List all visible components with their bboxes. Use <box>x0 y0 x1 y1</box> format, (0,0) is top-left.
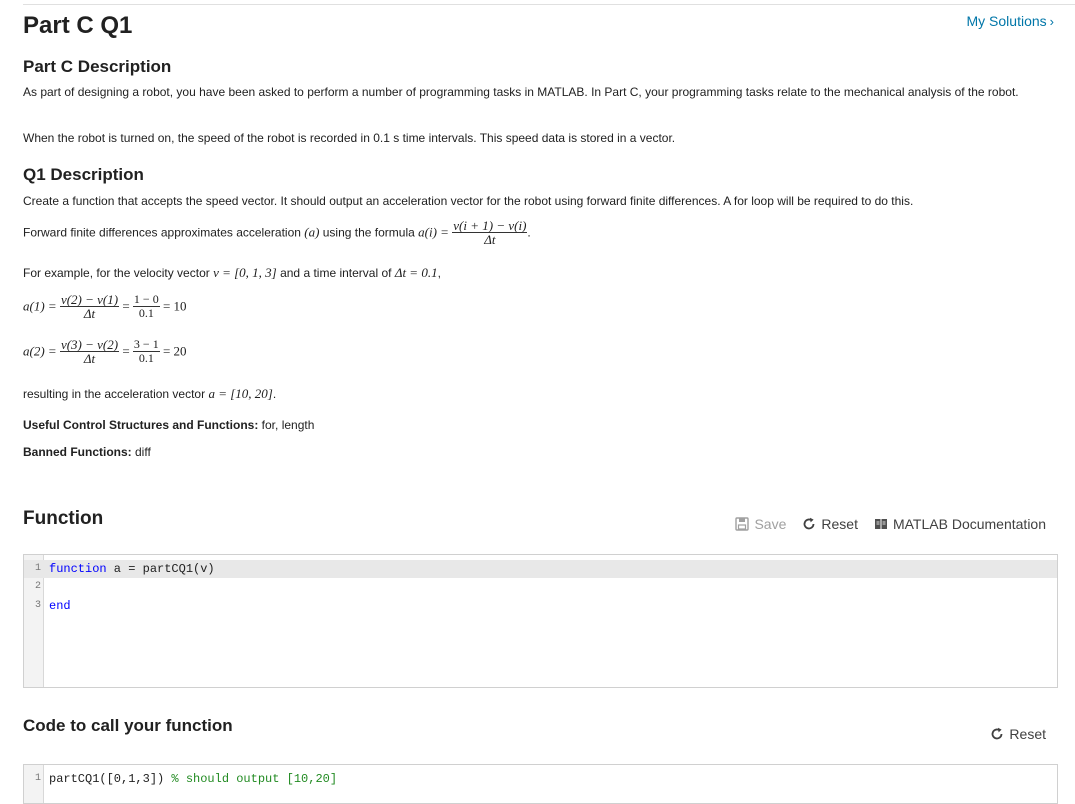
documentation-label: MATLAB Documentation <box>892 516 1046 532</box>
code-keyword: end <box>49 599 71 613</box>
eq1-result: = 10 <box>162 298 187 314</box>
eq2-lhs: a(2) = <box>23 343 57 359</box>
example-line: For example, for the velocity vector v =… <box>23 265 441 280</box>
code-keyword: function <box>49 562 107 576</box>
eq1-frac1: v(2) − v(1) Δt <box>59 292 120 321</box>
code-line[interactable]: 2 <box>24 578 1057 596</box>
formula-mid: using the formula <box>319 225 419 240</box>
eq2-frac2: 3 − 1 0.1 <box>132 337 160 365</box>
reset-label: Reset <box>821 516 858 532</box>
code-comment: % should output [10,20] <box>171 772 338 786</box>
banned-label: Banned Functions: <box>23 445 132 459</box>
part-c-paragraph-1: As part of designing a robot, you have b… <box>23 85 1019 99</box>
call-section-title: Code to call your function <box>23 716 233 735</box>
eq1-den2: 0.1 <box>138 306 154 320</box>
line-number: 3 <box>34 600 41 611</box>
function-toolbar: Save Reset MATLAB Documentation <box>735 516 1046 532</box>
eq1-num1: v(2) − v(1) <box>59 292 120 307</box>
formula-fraction: v(i + 1) − v(i) Δt <box>452 218 528 247</box>
eq1-lhs: a(1) = <box>23 298 57 314</box>
function-code-editor[interactable]: 1 function a = partCQ1(v) 2 3 end <box>23 554 1058 688</box>
eq1-den1: Δt <box>83 306 96 321</box>
formula-line: Forward finite differences approximates … <box>23 218 531 247</box>
line-number: 2 <box>34 581 41 592</box>
my-solutions-link[interactable]: My Solutions › <box>967 13 1055 29</box>
useful-value: for, length <box>258 418 315 432</box>
save-button[interactable]: Save <box>735 516 786 532</box>
useful-functions: Useful Control Structures and Functions:… <box>23 416 314 434</box>
eq2-den2: 0.1 <box>138 351 154 365</box>
reset-button[interactable]: Reset <box>802 516 858 532</box>
resulting-vector: a = [10, 20] <box>208 386 273 401</box>
banned-functions: Banned Functions: diff <box>23 443 151 461</box>
part-c-paragraph-2: When the robot is turned on, the speed o… <box>23 131 676 145</box>
q1-paragraph-1: Create a function that accepts the speed… <box>23 194 914 208</box>
example-dt: Δt = 0.1 <box>394 265 438 280</box>
save-label: Save <box>754 516 787 532</box>
formula-intro: Forward finite differences approximates … <box>23 225 305 240</box>
formula-numerator: v(i + 1) − v(i) <box>452 218 528 233</box>
call-reset-button[interactable]: Reset <box>990 726 1046 742</box>
formula-denominator: Δt <box>484 232 496 247</box>
resulting-text: resulting in the acceleration vector <box>23 387 209 401</box>
eq1-num2: 1 − 0 <box>132 292 160 307</box>
top-divider <box>23 4 1075 5</box>
line-number: 1 <box>34 563 41 574</box>
eq2-num1: v(3) − v(2) <box>59 337 120 352</box>
code-line[interactable]: 1 function a = partCQ1(v) <box>24 560 1057 578</box>
code-line[interactable]: 1 partCQ1([0,1,3]) % should output [10,2… <box>24 770 1057 788</box>
eq2-num2: 3 − 1 <box>132 337 160 352</box>
part-c-heading: Part C Description <box>23 57 172 76</box>
eq2-frac1: v(3) − v(2) Δt <box>59 337 120 366</box>
documentation-book-icon <box>874 519 887 529</box>
banned-value: diff <box>131 445 151 459</box>
save-icon <box>735 517 750 531</box>
equation-a1: a(1) = v(2) − v(1) Δt = 1 − 0 0.1 = 10 <box>23 292 187 321</box>
example-intro: For example, for the velocity vector <box>23 266 214 280</box>
formula-var: (a) <box>304 224 320 240</box>
example-velocity: v = [0, 1, 3] <box>213 265 277 280</box>
matlab-documentation-button[interactable]: MATLAB Documentation <box>874 516 1046 532</box>
reset-icon <box>992 727 1003 740</box>
code-line[interactable]: 3 end <box>24 597 1057 615</box>
eq2-result: = 20 <box>162 343 187 359</box>
call-reset-label: Reset <box>1009 726 1046 742</box>
function-section-title: Function <box>23 508 104 529</box>
chevron-right-icon: › <box>1049 14 1054 29</box>
call-code-editor[interactable]: 1 partCQ1([0,1,3]) % should output [10,2… <box>23 764 1058 804</box>
page-title: Part C Q1 <box>23 12 133 39</box>
useful-label: Useful Control Structures and Functions: <box>23 418 259 432</box>
example-mid: and a time interval of <box>276 266 395 280</box>
q1-heading: Q1 Description <box>23 165 144 184</box>
code-text: partCQ1([0,1,3]) <box>49 772 172 786</box>
resulting-line: resulting in the acceleration vector a =… <box>23 386 277 401</box>
formula-lhs: a(i) = <box>418 224 449 240</box>
line-number: 1 <box>34 773 41 784</box>
eq1-frac2: 1 − 0 0.1 <box>132 292 160 320</box>
code-text: a = partCQ1(v) <box>106 562 215 576</box>
reset-icon <box>804 517 815 530</box>
my-solutions-label: My Solutions <box>966 13 1047 29</box>
equation-a2: a(2) = v(3) − v(2) Δt = 3 − 1 0.1 = 20 <box>23 337 187 366</box>
eq2-den1: Δt <box>83 351 96 366</box>
